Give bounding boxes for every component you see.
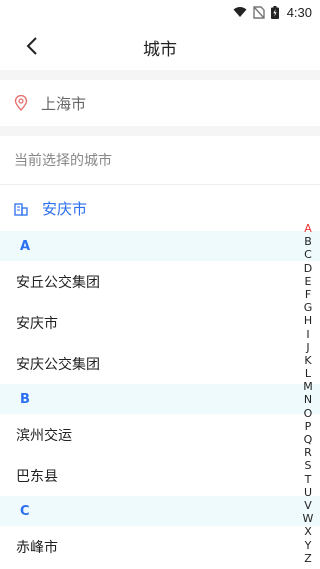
no-sim-icon (252, 5, 265, 19)
status-time: 4:30 (286, 4, 312, 20)
list-item[interactable]: 安庆市 (0, 302, 320, 343)
building-icon (14, 201, 28, 216)
index-letter-x[interactable]: X (304, 525, 312, 538)
index-letter-b[interactable]: B (304, 235, 312, 248)
index-letter-e[interactable]: E (305, 275, 312, 288)
index-letter-y[interactable]: Y (305, 539, 312, 552)
current-selection-label: 当前选择的城市 (0, 136, 320, 185)
list-item[interactable]: 滨州交运 (0, 414, 320, 455)
selected-city-text: 安庆市 (42, 199, 88, 218)
list-item[interactable]: 赤峰市 (0, 526, 320, 567)
index-letter-n[interactable]: N (304, 393, 312, 406)
index-letter-q[interactable]: Q (304, 433, 313, 446)
status-bar: 4:30 (0, 0, 320, 24)
group-header-a: A (0, 231, 320, 261)
selected-city-row[interactable]: 安庆市 (0, 185, 320, 231)
index-letter-i[interactable]: I (306, 328, 309, 341)
index-letter-r[interactable]: R (304, 446, 312, 459)
index-letter-z[interactable]: Z (304, 552, 312, 565)
divider-gap (0, 70, 320, 80)
status-icons (233, 5, 279, 19)
back-button[interactable] (18, 34, 46, 62)
index-letter-f[interactable]: F (305, 288, 311, 301)
index-letter-k[interactable]: K (304, 354, 311, 367)
current-location-text: 上海市 (41, 94, 87, 113)
index-letter-j[interactable]: J (306, 341, 309, 354)
index-letter-t[interactable]: T (305, 473, 312, 486)
page-title: 城市 (143, 39, 177, 60)
list-item[interactable]: 安庆公交集团 (0, 343, 320, 384)
list-item[interactable]: 安丘公交集团 (0, 261, 320, 302)
index-letter-h[interactable]: H (304, 314, 312, 327)
divider-gap (0, 126, 320, 136)
location-pin-icon (14, 94, 28, 112)
index-letter-g[interactable]: G (304, 301, 313, 314)
index-letter-p[interactable]: P (305, 420, 312, 433)
chevron-left-icon (26, 37, 38, 59)
index-letter-v[interactable]: V (304, 499, 312, 512)
battery-icon (270, 5, 279, 19)
index-letter-a[interactable]: A (304, 222, 312, 235)
group-header-b: B (0, 384, 320, 414)
index-letter-o[interactable]: O (304, 407, 313, 420)
index-letter-c[interactable]: C (304, 248, 312, 261)
index-letter-l[interactable]: L (305, 367, 311, 380)
app-header: 城市 (0, 24, 320, 70)
index-letter-m[interactable]: M (303, 380, 313, 393)
list-item[interactable]: 巴东县 (0, 455, 320, 496)
index-letter-u[interactable]: U (304, 486, 312, 499)
current-location-row[interactable]: 上海市 (0, 80, 320, 126)
index-letter-d[interactable]: D (304, 262, 312, 275)
index-letter-w[interactable]: W (303, 512, 314, 525)
index-letter-s[interactable]: S (305, 459, 312, 472)
wifi-icon (233, 6, 247, 18)
group-header-c: C (0, 496, 320, 526)
alphabet-index-bar[interactable]: A B C D E F G H I J K L M N O P Q R S T … (300, 222, 316, 565)
